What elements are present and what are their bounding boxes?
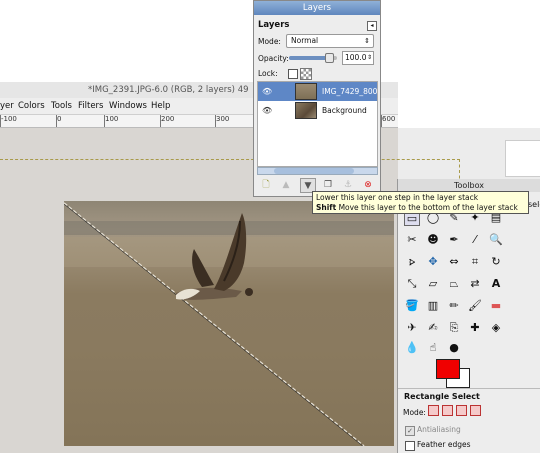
ruler-label: 300 [216, 115, 230, 123]
move-icon[interactable]: ✥ [425, 254, 441, 270]
foreground-color-swatch[interactable] [436, 359, 460, 379]
antialiasing-label: Antialiasing [417, 425, 461, 434]
rotate-icon[interactable]: ↻ [488, 254, 504, 270]
crop-icon[interactable]: ⌗ [467, 254, 483, 270]
lock-alpha-icon[interactable] [300, 68, 312, 80]
visibility-eye-icon[interactable]: 👁 [262, 106, 272, 115]
pencil-icon[interactable]: ✏ [446, 298, 462, 314]
toolbox-window: Toolbox ▭ ◯ ✎ ✦ ▤ ✂ ☻ ✒ ⁄ 🔍 ⦠ ✥ ⇔ ⌗ ↻ ⤡ … [397, 179, 540, 453]
airbrush-icon[interactable]: ✈ [404, 320, 420, 336]
menu-layer[interactable]: yer [0, 101, 14, 111]
raise-layer-icon[interactable]: ▲ [278, 178, 294, 193]
replace-mode-button[interactable] [428, 405, 439, 416]
feather-edges-label: Feather edges [417, 440, 471, 449]
menu-help[interactable]: Help [151, 101, 170, 111]
color-picker-icon[interactable]: ⁄ [467, 232, 483, 248]
layer-thumbnail [295, 83, 317, 100]
background-window-panel [505, 140, 540, 177]
scissors-icon[interactable]: ✂ [404, 232, 420, 248]
paintbrush-icon[interactable]: 🖌 [467, 298, 483, 314]
image-canvas[interactable] [64, 201, 394, 446]
shear-icon[interactable]: ▱ [425, 276, 441, 292]
tooltip-line: Move this layer to the bottom of the lay… [338, 203, 518, 212]
perspective-icon[interactable]: ⏢ [446, 276, 462, 292]
mode-label: Mode: [258, 37, 281, 46]
mode-select[interactable]: Normal ⇕ [286, 34, 374, 48]
dodge-burn-icon[interactable]: ● [446, 340, 462, 356]
opacity-value: 100.0 [345, 53, 367, 62]
menu-windows[interactable]: Windows [109, 101, 147, 111]
layer-thumbnail [295, 102, 317, 119]
antialiasing-checkbox[interactable]: ✓ [405, 426, 415, 436]
ruler-label: 100 [105, 115, 119, 123]
measure-icon[interactable]: ⦠ [404, 254, 420, 270]
opacity-spinbox[interactable]: 100.0 ⇕ [342, 51, 374, 65]
layer-row[interactable]: 👁 Background [258, 101, 377, 120]
smudge-icon[interactable]: ☝ [425, 340, 441, 356]
flip-icon[interactable]: ⇄ [467, 276, 483, 292]
heal-icon[interactable]: ✚ [467, 320, 483, 336]
ink-icon[interactable]: ✍ [425, 320, 441, 336]
layer-list: 👁 IMG_7429_800 👁 Background [257, 81, 378, 167]
eraser-icon[interactable]: ▬ [488, 298, 504, 314]
divider [398, 388, 540, 389]
blur-icon[interactable]: 💧 [404, 340, 420, 356]
zoom-icon[interactable]: 🔍 [488, 232, 504, 248]
paths-icon[interactable]: ✒ [446, 232, 462, 248]
layers-heading: Layers [258, 20, 290, 30]
tooltip-shift-key: Shift [316, 203, 337, 212]
chevron-updown-icon: ⇕ [364, 37, 370, 45]
tab-menu-button[interactable]: ◂ [367, 21, 377, 31]
layers-dialog: Layers Layers ◂ Mode: Normal ⇕ Opacity: … [253, 0, 381, 197]
tooltip: Lower this layer one step in the layer s… [312, 191, 529, 214]
menu-filters[interactable]: Filters [78, 101, 103, 111]
opacity-slider-handle[interactable] [325, 53, 334, 63]
layers-scrollbar-thumb[interactable] [274, 168, 354, 174]
spin-arrows-icon[interactable]: ⇕ [367, 52, 372, 64]
tool-options-title: Rectangle Select [404, 392, 480, 401]
tooltip-line: Lower this layer one step in the layer s… [316, 193, 479, 202]
layer-boundary [0, 159, 460, 160]
subtract-mode-button[interactable] [456, 405, 467, 416]
new-layer-icon[interactable]: 🗋 [258, 178, 274, 193]
opacity-label: Opacity: [258, 54, 289, 63]
intersect-mode-button[interactable] [470, 405, 481, 416]
text-tool-icon[interactable]: A [488, 276, 504, 292]
feather-edges-checkbox[interactable] [405, 441, 415, 451]
ruler-label: 600 [382, 115, 396, 123]
perspective-clone-icon[interactable]: ◈ [488, 320, 504, 336]
align-icon[interactable]: ⇔ [446, 254, 462, 270]
layer-row-selected[interactable]: 👁 IMG_7429_800 [258, 82, 377, 101]
foreground-select-icon[interactable]: ☻ [425, 232, 441, 248]
mode-value: Normal [291, 36, 319, 45]
add-mode-button[interactable] [442, 405, 453, 416]
opacity-slider-fill [289, 56, 329, 60]
layers-dialog-title: Layers [254, 1, 380, 15]
lock-pixels-checkbox[interactable] [288, 69, 298, 79]
menu-colors[interactable]: Colors [18, 101, 45, 111]
lock-label: Lock: [258, 69, 278, 78]
layer-name: Background [322, 106, 367, 115]
ruler-label: -100 [1, 115, 17, 123]
clone-icon[interactable]: ⎘ [446, 320, 462, 336]
background-window-text: sele [528, 200, 540, 209]
blend-icon[interactable]: ▥ [425, 298, 441, 314]
scale-icon[interactable]: ⤡ [404, 276, 420, 292]
visibility-eye-icon[interactable]: 👁 [262, 87, 272, 96]
bucket-fill-icon[interactable]: 🪣 [404, 298, 420, 314]
layer-name: IMG_7429_800 [322, 87, 378, 96]
ruler-label: 0 [57, 115, 62, 123]
ruler-label: 200 [161, 115, 175, 123]
selection-mode-label: Mode: [403, 408, 426, 417]
menu-tools[interactable]: Tools [51, 101, 72, 111]
hawk-photo [64, 202, 365, 446]
